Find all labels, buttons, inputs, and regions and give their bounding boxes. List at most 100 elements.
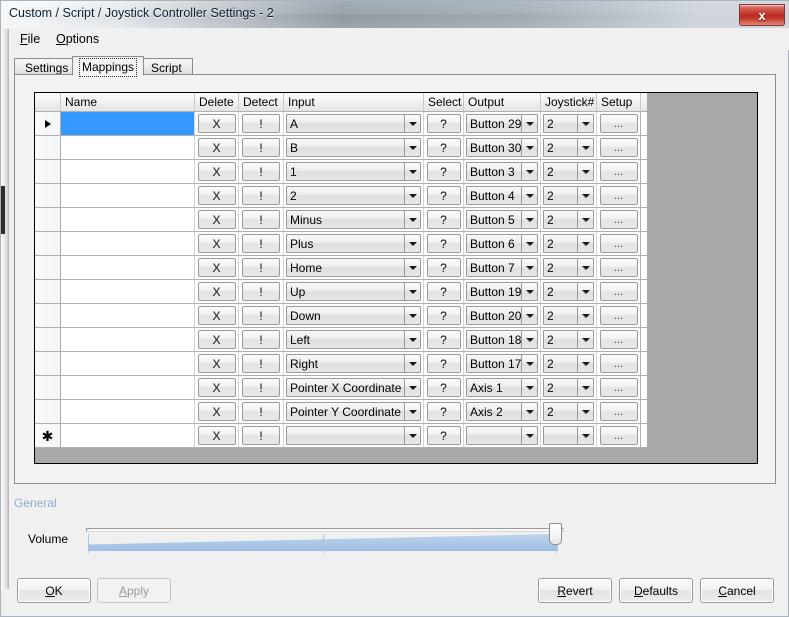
row-selector[interactable] [35,112,61,135]
setup-button[interactable]: ... [599,330,638,349]
output-combobox[interactable]: Button 6 [466,234,538,253]
chevron-down-icon[interactable] [404,259,420,276]
name-input[interactable] [61,232,194,255]
delete-row-button[interactable]: X [197,186,236,205]
mappings-grid[interactable]: Name Delete Detect Input Select Output J… [34,92,758,464]
chevron-down-icon[interactable] [521,331,537,348]
chevron-down-icon[interactable] [521,115,537,132]
joystick-combobox[interactable]: 2 [543,402,594,421]
joystick-combobox[interactable]: 2 [543,306,594,325]
delete-row-button[interactable]: X [197,378,236,397]
table-row[interactable]: X! A? Button 29 2... [35,112,647,136]
detect-button[interactable]: ! [242,306,280,325]
delete-row-button[interactable]: X [197,282,236,301]
grid-header-setup[interactable]: Setup [597,93,641,111]
setup-button[interactable]: ... [599,282,638,301]
chevron-down-icon[interactable] [404,235,420,252]
select-button[interactable]: ? [426,402,461,421]
revert-button[interactable]: Revert [538,578,612,603]
volume-slider[interactable] [86,523,564,555]
output-combobox[interactable]: Button 4 [466,186,538,205]
input-combobox[interactable]: Up [286,282,421,301]
input-combobox[interactable]: Down [286,306,421,325]
grid-header-detect[interactable]: Detect [239,93,284,111]
name-input[interactable] [61,184,194,207]
setup-button[interactable]: ... [599,402,638,421]
setup-button[interactable]: ... [599,426,638,445]
delete-row-button[interactable]: X [197,330,236,349]
detect-button[interactable]: ! [242,114,280,133]
select-button[interactable]: ? [426,330,461,349]
table-row[interactable]: X! Down? Button 20 2... [35,304,647,328]
table-row[interactable]: X! 2? Button 4 2... [35,184,647,208]
joystick-combobox[interactable]: 2 [543,330,594,349]
select-button[interactable]: ? [426,114,461,133]
output-combobox[interactable]: Button 19 [466,282,538,301]
select-button[interactable]: ? [426,162,461,181]
chevron-down-icon[interactable] [577,403,593,420]
row-selector[interactable] [35,256,61,279]
name-input[interactable] [61,424,194,447]
detect-button[interactable]: ! [242,426,280,445]
chevron-down-icon[interactable] [521,355,537,372]
chevron-down-icon[interactable] [404,331,420,348]
setup-button[interactable]: ... [599,186,638,205]
input-combobox[interactable]: Left [286,330,421,349]
joystick-combobox[interactable] [543,426,594,445]
chevron-down-icon[interactable] [521,139,537,156]
chevron-down-icon[interactable] [404,307,420,324]
detect-button[interactable]: ! [242,378,280,397]
row-selector[interactable] [35,304,61,327]
grid-header-output[interactable]: Output [464,93,541,111]
name-input[interactable] [61,304,194,327]
setup-button[interactable]: ... [599,210,638,229]
cell-name[interactable] [61,256,195,279]
cell-name[interactable] [61,424,195,447]
input-combobox[interactable]: Minus [286,210,421,229]
detect-button[interactable]: ! [242,162,280,181]
joystick-combobox[interactable]: 2 [543,354,594,373]
chevron-down-icon[interactable] [521,187,537,204]
row-selector[interactable] [35,352,61,375]
delete-row-button[interactable]: X [197,402,236,421]
input-combobox[interactable] [286,426,421,445]
select-button[interactable]: ? [426,234,461,253]
input-combobox[interactable]: Home [286,258,421,277]
close-button[interactable]: x [739,4,785,26]
input-combobox[interactable]: 2 [286,186,421,205]
joystick-combobox[interactable]: 2 [543,210,594,229]
detect-button[interactable]: ! [242,234,280,253]
row-selector[interactable] [35,232,61,255]
cancel-button[interactable]: Cancel [700,578,774,603]
delete-row-button[interactable]: X [197,258,236,277]
table-row[interactable]: X! Plus? Button 6 2... [35,232,647,256]
chevron-down-icon[interactable] [404,115,420,132]
name-input[interactable] [61,136,194,159]
detect-button[interactable]: ! [242,354,280,373]
output-combobox[interactable]: Axis 1 [466,378,538,397]
defaults-button[interactable]: Defaults [619,578,693,603]
chevron-down-icon[interactable] [404,139,420,156]
setup-button[interactable]: ... [599,234,638,253]
select-button[interactable]: ? [426,354,461,373]
delete-row-button[interactable]: X [197,114,236,133]
delete-row-button[interactable]: X [197,138,236,157]
table-row[interactable]: X! Minus? Button 5 2... [35,208,647,232]
chevron-down-icon[interactable] [521,235,537,252]
chevron-down-icon[interactable] [521,379,537,396]
joystick-combobox[interactable]: 2 [543,186,594,205]
select-button[interactable]: ? [426,210,461,229]
row-selector[interactable] [35,328,61,351]
select-button[interactable]: ? [426,378,461,397]
row-selector[interactable] [35,136,61,159]
select-button[interactable]: ? [426,282,461,301]
output-combobox[interactable]: Axis 2 [466,402,538,421]
cell-name[interactable] [61,400,195,423]
delete-row-button[interactable]: X [197,234,236,253]
cell-name[interactable] [61,376,195,399]
name-input[interactable] [61,112,194,135]
chevron-down-icon[interactable] [404,187,420,204]
name-input[interactable] [61,352,194,375]
chevron-down-icon[interactable] [404,427,420,444]
setup-button[interactable]: ... [599,354,638,373]
